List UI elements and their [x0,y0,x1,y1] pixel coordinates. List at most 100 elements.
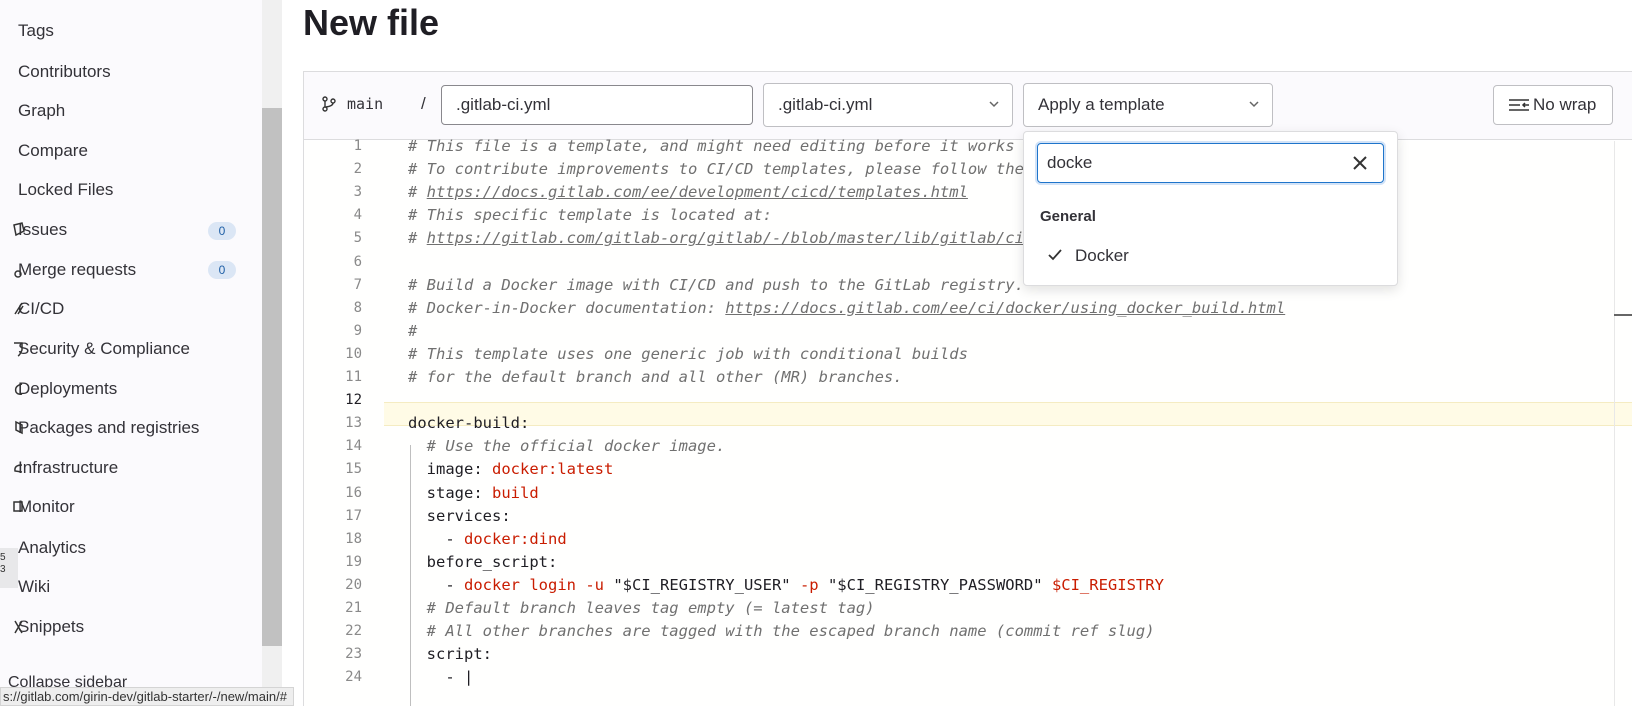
code-line[interactable]: # for the default branch and all other (… [408,368,903,386]
sidebar-item-issues[interactable]: Issues [13,220,67,240]
analytics-icon: 5 3 [0,548,18,588]
line-number: 23 [345,646,362,663]
sidebar-item-locked-files[interactable]: Locked Files [18,180,113,200]
line-number: 21 [345,600,362,616]
line-number: 10 [345,345,362,362]
line-number: 15 [345,461,362,478]
code-line[interactable]: - docker login -u "$CI_REGISTRY_USER" -p… [408,576,1164,594]
line-number: 16 [345,484,362,501]
code-line[interactable]: - | [408,668,473,686]
sidebar-item-label: Security & Compliance [18,339,190,358]
code-line[interactable]: # https://docs.gitlab.com/ee/development… [408,183,968,201]
code-line[interactable]: # Build a Docker image with CI/CD and pu… [408,276,1024,294]
code-line[interactable]: script: [408,645,492,663]
code-line[interactable]: - docker:dind [408,530,566,548]
code-line[interactable]: # Docker-in-Docker documentation: https:… [408,299,1285,317]
clear-search-icon[interactable] [1351,154,1369,172]
sidebar-item-packages-registries[interactable]: Packages and registries [15,418,200,438]
code-line[interactable]: services: [408,507,511,525]
apply-template-dropdown[interactable]: Apply a template [1023,83,1273,127]
code-line[interactable]: image: docker:latest [408,460,614,478]
sidebar-item-label: Tags [18,21,54,40]
sidebar-item-graph[interactable]: Graph [18,101,65,121]
sidebar-item-label: Deployments [18,379,118,398]
branch-name: main [347,95,384,113]
line-number: 14 [345,438,362,455]
line-number: 20 [345,576,362,593]
path-separator: / [421,94,426,113]
line-number: 9 [353,322,362,339]
sidebar-item-label: Monitor [18,497,75,516]
line-number: 24 [345,669,362,686]
sidebar-item-infrastructure[interactable]: Infrastructure [14,458,118,478]
line-number: 12 [345,392,362,409]
line-number: 2 [353,161,362,178]
line-number: 6 [353,253,362,270]
rocket-icon [14,302,24,315]
sidebar-item-tags[interactable]: Tags [18,21,54,41]
file-type-dropdown[interactable]: .gitlab-ci.yml [763,83,1013,127]
issues-count-badge: 0 [208,222,236,240]
apply-template-dropdown-label: Apply a template [1038,95,1165,114]
branch-icon [322,96,336,112]
code-line[interactable]: # Default branch leaves tag empty (= lat… [408,599,875,617]
chevron-down-icon [989,101,999,108]
sidebar-item-label: Snippets [18,617,85,636]
sidebar: Tags Contributors Graph Compare Locked F… [0,0,270,706]
sidebar-item-ci-cd[interactable]: CI/CD [14,299,64,319]
sidebar-item-security-compliance[interactable]: Security & Compliance [14,339,190,359]
editor-overview-ruler [1614,141,1615,706]
sidebar-item-label: Merge requests [18,260,137,279]
sidebar-item-label: Locked Files [18,180,114,199]
code-line[interactable]: # All other branches are tagged with the… [408,622,1155,640]
sidebar-item-monitor[interactable]: Monitor [13,497,75,517]
page-title: New file [303,2,440,43]
merge-request-icon [14,270,22,278]
line-number: 11 [345,369,362,385]
sidebar-item-snippets[interactable]: Snippets [14,617,85,637]
line-number: 18 [345,530,362,547]
line-number: 1 [353,138,362,154]
sidebar-item-label: Packages and registries [18,418,200,437]
line-number: 7 [353,276,362,293]
shield-icon [14,342,23,357]
merge-requests-count-badge: 0 [208,261,236,279]
sidebar-item-compare[interactable]: Compare [18,141,88,161]
sidebar-item-label: Wiki [18,577,51,596]
sidebar-scrollbar-thumb[interactable] [262,108,282,646]
code-line[interactable]: # [408,322,417,340]
file-type-dropdown-label: .gitlab-ci.yml [778,95,873,114]
filename-input[interactable] [441,85,753,125]
no-wrap-label: No wrap [1533,95,1597,114]
sidebar-item-label: Analytics [18,538,87,557]
sidebar-item-label: Compare [18,141,88,160]
sidebar-item-label: Contributors [18,62,111,81]
package-icon [15,420,23,435]
line-number: 8 [353,299,362,316]
sidebar-item-label: Graph [18,101,66,120]
sidebar-item-contributors[interactable]: Contributors [18,62,111,82]
code-line[interactable]: # This specific template is located at: [408,206,772,224]
line-number: 19 [345,553,362,570]
code-line[interactable]: before_script: [408,553,558,571]
line-number: 13 [345,415,362,432]
line-number: 3 [353,184,362,201]
sidebar-item-analytics[interactable]: Analytics [18,538,86,558]
template-search-input[interactable] [1037,143,1384,183]
template-option-docker[interactable]: Docker [1075,246,1129,266]
code-line[interactable]: stage: build [408,484,539,502]
line-number: 17 [345,507,362,524]
overview-ruler-marker [1614,314,1632,316]
line-number: 4 [353,207,362,224]
code-line[interactable]: docker-build: [408,414,529,432]
sidebar-item-merge-requests[interactable]: Merge requests [14,260,137,280]
code-line[interactable]: # This template uses one generic job wit… [408,345,968,363]
sidebar-item-wiki[interactable]: Wiki [18,577,50,597]
monitor-icon [13,501,23,512]
code-line[interactable]: # Use the official docker image. [408,437,726,455]
line-number: 5 [353,230,362,247]
sidebar-item-deployments[interactable]: Deployments [14,379,118,399]
template-group-label: General [1040,208,1096,225]
no-wrap-button[interactable]: No wrap [1493,85,1613,125]
check-icon [1048,249,1062,261]
